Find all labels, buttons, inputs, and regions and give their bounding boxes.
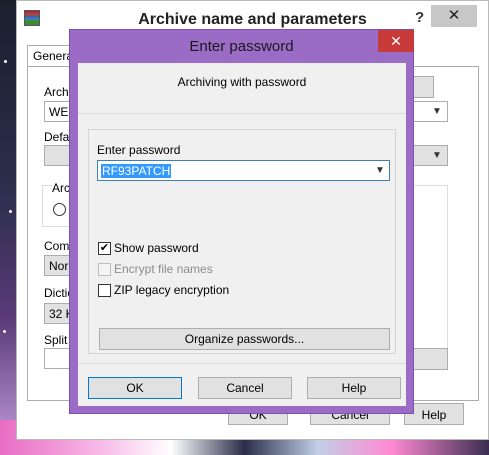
dialog-client-area: Archiving with password Enter password R… [78, 63, 406, 406]
dialog-title: Enter password [189, 38, 294, 55]
password-label: Enter password [97, 143, 181, 157]
chevron-down-icon[interactable]: ▼ [373, 162, 387, 179]
encrypt-file-names-label: Encrypt file names [114, 262, 213, 276]
close-icon[interactable]: ✕ [378, 30, 414, 52]
dialog-heading: Archiving with password [177, 75, 307, 89]
format-radio[interactable] [53, 203, 66, 216]
star-sparkle [9, 210, 12, 213]
help-icon[interactable]: ? [415, 9, 424, 26]
wallpaper-left-strip [0, 0, 16, 455]
star-sparkle [3, 330, 6, 333]
password-value: RF93PATCH [101, 164, 172, 178]
chevron-down-icon: ▼ [432, 150, 442, 161]
close-icon[interactable]: ✕ [431, 5, 477, 27]
enter-password-dialog: Enter password ✕ Archiving with password… [69, 29, 414, 414]
password-input[interactable]: RF93PATCH ▼ [97, 160, 390, 181]
chevron-down-icon: ▼ [432, 106, 442, 117]
zip-legacy-checkbox[interactable] [98, 284, 111, 297]
organize-passwords-button[interactable]: Organize passwords... [99, 328, 390, 350]
show-password-label: Show password [114, 241, 199, 255]
cancel-button[interactable]: Cancel [198, 377, 292, 399]
encrypt-file-names-checkbox [98, 263, 111, 276]
show-password-checkbox[interactable]: ✔ [98, 242, 111, 255]
help-button[interactable]: Help [307, 377, 401, 399]
ok-button[interactable]: OK [88, 377, 182, 399]
zip-legacy-label: ZIP legacy encryption [114, 283, 230, 297]
heading-divider [78, 113, 406, 114]
buttons-divider [78, 363, 406, 364]
star-sparkle [4, 60, 7, 63]
